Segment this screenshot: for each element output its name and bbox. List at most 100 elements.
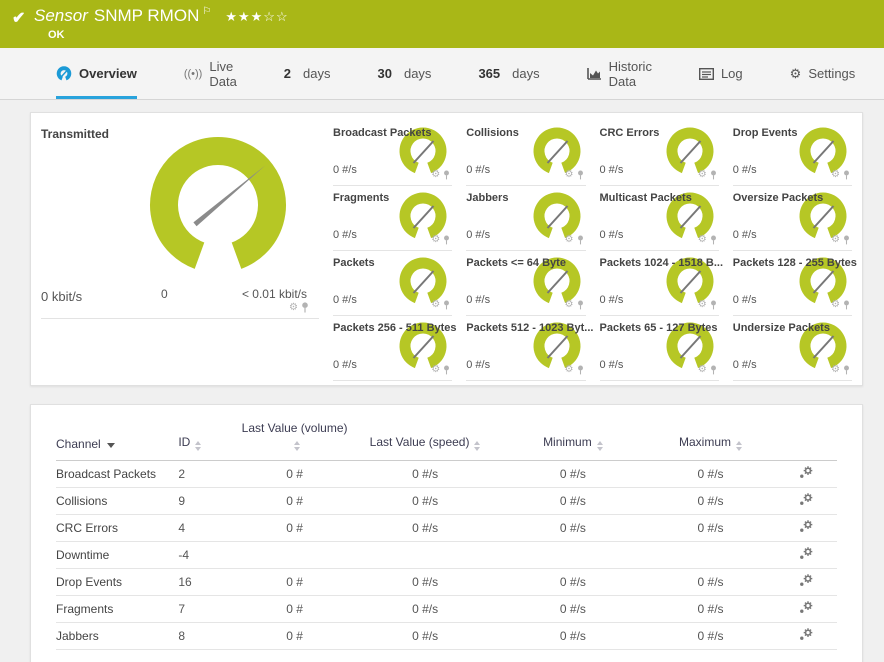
pin-icon[interactable] <box>577 300 584 310</box>
gear-icon[interactable]: ⚙ <box>565 170 574 180</box>
gear-icon[interactable]: ⚙ <box>698 365 707 375</box>
mini-gauge-tile[interactable]: Undersize Packets 0 #/s ⚙ <box>732 316 852 381</box>
mini-gauge-tile[interactable]: Packets 0 #/s ⚙ <box>333 251 453 316</box>
gauge-chart-icon <box>399 192 447 239</box>
gear-icon[interactable]: ⚙ <box>831 235 840 245</box>
pin-icon[interactable] <box>843 300 850 310</box>
column-label: Maximum <box>679 435 732 449</box>
cell-id: -4 <box>178 541 240 569</box>
column-label: Minimum <box>543 435 592 449</box>
gear-icon[interactable]: ⚙ <box>698 170 707 180</box>
sort-icon <box>736 441 743 451</box>
mini-gauge-tile[interactable]: Drop Events 0 #/s ⚙ <box>732 121 852 186</box>
flag-icon[interactable]: ⚐ <box>202 6 211 17</box>
channel-settings-icon[interactable] <box>799 520 813 536</box>
column-header-last-value-speed-[interactable]: Last Value (speed) <box>349 415 501 461</box>
cell-last_volume: 0 # <box>239 460 350 488</box>
pin-icon[interactable] <box>443 300 450 310</box>
channels-table-panel: Channel ID Last Value (volume) Last Value (… <box>30 404 863 662</box>
gear-icon[interactable]: ⚙ <box>565 300 574 310</box>
tab-settings[interactable]: ⚙ Settings <box>790 48 856 99</box>
gear-icon[interactable]: ⚙ <box>431 170 440 180</box>
mini-gauge-value: 0 #/s <box>599 164 624 176</box>
pin-icon[interactable] <box>301 302 309 313</box>
pin-icon[interactable] <box>710 170 717 180</box>
mini-gauge-tile[interactable]: Collisions 0 #/s ⚙ <box>466 121 586 186</box>
mini-gauge-value: 0 #/s <box>732 164 757 176</box>
tab-historic-data[interactable]: Historic Data <box>586 48 652 99</box>
gear-icon[interactable]: ⚙ <box>698 300 707 310</box>
mini-gauge-tile[interactable]: Packets 1024 - 1518 B... 0 #/s ⚙ <box>599 251 723 316</box>
tab-30-days[interactable]: 30 days <box>378 48 432 99</box>
pin-icon[interactable] <box>443 170 450 180</box>
mini-gauge-tile[interactable]: Packets 128 - 255 Bytes 0 #/s ⚙ <box>732 251 857 316</box>
mini-gauge-tile[interactable]: Broadcast Packets 0 #/s ⚙ <box>333 121 453 186</box>
gauge-chart-icon <box>666 127 714 174</box>
gear-icon[interactable]: ⚙ <box>831 300 840 310</box>
column-label: Last Value (volume) <box>241 421 348 435</box>
column-header-last-value-volume-[interactable]: Last Value (volume) <box>239 415 350 461</box>
mini-gauge-tile[interactable]: Packets 65 - 127 Bytes 0 #/s ⚙ <box>599 316 719 381</box>
mini-gauge-tile[interactable]: Oversize Packets 0 #/s ⚙ <box>732 186 852 251</box>
pin-icon[interactable] <box>443 235 450 245</box>
pin-icon[interactable] <box>443 365 450 375</box>
cell-minimum: 0 #/s <box>500 514 646 542</box>
gauge-scale-max: < 0.01 kbit/s <box>241 287 307 301</box>
cell-id: 9 <box>178 487 240 515</box>
column-header-id[interactable]: ID <box>178 415 240 461</box>
mini-gauge-tile[interactable]: Packets 512 - 1023 Byt... 0 #/s ⚙ <box>466 316 593 381</box>
gauge-icon <box>56 66 72 81</box>
channel-settings-icon[interactable] <box>799 493 813 509</box>
tab-log[interactable]: Log <box>698 48 743 99</box>
channel-settings-icon[interactable] <box>799 628 813 644</box>
gear-icon[interactable]: ⚙ <box>698 235 707 245</box>
pin-icon[interactable] <box>710 235 717 245</box>
channel-settings-icon[interactable] <box>799 574 813 590</box>
mini-gauge-tile[interactable]: Multicast Packets 0 #/s ⚙ <box>599 186 719 251</box>
pin-icon[interactable] <box>577 235 584 245</box>
cell-channel: Fragments <box>56 595 179 623</box>
gear-icon[interactable]: ⚙ <box>431 300 440 310</box>
gear-icon[interactable]: ⚙ <box>565 235 574 245</box>
primary-gauge-value: 0 kbit/s <box>41 289 83 304</box>
gear-icon[interactable]: ⚙ <box>565 365 574 375</box>
mini-gauge-tile[interactable]: Jabbers 0 #/s ⚙ <box>466 186 586 251</box>
mini-gauge-tile[interactable]: CRC Errors 0 #/s ⚙ <box>599 121 719 186</box>
tab-365-days[interactable]: 365 days <box>478 48 539 99</box>
gear-icon[interactable]: ⚙ <box>431 365 440 375</box>
priority-stars[interactable]: ★★★☆☆ <box>225 9 288 24</box>
cell-channel: CRC Errors <box>56 514 179 542</box>
tab-2-days[interactable]: 2 days <box>284 48 331 99</box>
mini-gauge-tile[interactable]: Packets <= 64 Byte 0 #/s ⚙ <box>466 251 586 316</box>
pin-icon[interactable] <box>843 235 850 245</box>
mini-gauge-tile[interactable]: Packets 256 - 511 Bytes 0 #/s ⚙ <box>333 316 457 381</box>
pin-icon[interactable] <box>577 365 584 375</box>
cell-minimum <box>500 541 646 569</box>
tab-live-data[interactable]: ((•)) Live Data <box>184 48 237 99</box>
cell-last_speed <box>349 541 501 569</box>
cell-channel: Collisions <box>56 487 179 515</box>
pin-icon[interactable] <box>710 300 717 310</box>
gear-icon[interactable]: ⚙ <box>431 235 440 245</box>
column-header-maximum[interactable]: Maximum <box>645 415 776 461</box>
cell-last_speed: 0 #/s <box>349 595 501 623</box>
pin-icon[interactable] <box>710 365 717 375</box>
gear-icon[interactable]: ⚙ <box>831 170 840 180</box>
pin-icon[interactable] <box>843 170 850 180</box>
tab-overview[interactable]: Overview <box>56 48 137 99</box>
mini-gauge-title: Packets 65 - 127 Bytes <box>599 322 718 334</box>
gear-icon[interactable]: ⚙ <box>289 302 298 313</box>
table-row: Collisions 9 0 #0 #/s 0 #/s 0 #/s <box>56 487 837 515</box>
column-header-minimum[interactable]: Minimum <box>500 415 646 461</box>
channel-settings-icon[interactable] <box>799 547 813 563</box>
channel-settings-icon[interactable] <box>799 466 813 482</box>
pin-icon[interactable] <box>843 365 850 375</box>
mini-gauge-title: Collisions <box>466 127 519 139</box>
mini-gauge-tile[interactable]: Fragments 0 #/s ⚙ <box>333 186 453 251</box>
pin-icon[interactable] <box>577 170 584 180</box>
gear-icon: ⚙ <box>789 65 802 81</box>
primary-channel-gauge[interactable]: Transmitted 0 kbit/s 0 < 0.01 kbit/s ⚙ <box>41 121 319 319</box>
channel-settings-icon[interactable] <box>799 601 813 617</box>
gear-icon[interactable]: ⚙ <box>831 365 840 375</box>
column-header-channel[interactable]: Channel <box>56 415 179 461</box>
